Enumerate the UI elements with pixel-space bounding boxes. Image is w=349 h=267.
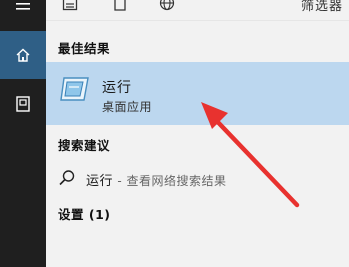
search-topbar: 筛选器 <box>46 0 349 21</box>
home-icon[interactable] <box>0 31 46 79</box>
globe-icon[interactable] <box>159 0 175 11</box>
filter-button[interactable]: 筛选器 <box>301 0 343 14</box>
document-icon[interactable] <box>0 85 46 123</box>
best-match-result[interactable]: 运行 桌面应用 <box>46 62 349 125</box>
hamburger-menu-icon[interactable] <box>0 0 46 14</box>
suggestion-query: 运行 <box>86 174 114 189</box>
suggestion-text: 运行 - 查看网络搜索结果 <box>86 170 226 189</box>
result-title: 运行 <box>102 80 132 96</box>
run-app-icon <box>60 76 90 106</box>
left-rail <box>0 0 46 267</box>
search-suggestions-heading: 搜索建议 <box>58 138 111 153</box>
search-panel: 筛选器 最佳结果 运行 桌面应用 搜索建议 运行 - 查看网络搜索结果 设置 (… <box>46 0 349 267</box>
result-subtitle: 桌面应用 <box>102 100 153 114</box>
search-icon <box>58 169 76 191</box>
settings-heading[interactable]: 设置 (1) <box>58 204 110 223</box>
best-match-heading: 最佳结果 <box>58 41 111 56</box>
web-search-suggestion[interactable]: 运行 - 查看网络搜索结果 <box>46 163 349 193</box>
apps-icon[interactable] <box>62 0 78 11</box>
document-icon[interactable] <box>112 0 128 11</box>
suggestion-hint: - 查看网络搜索结果 <box>113 174 227 188</box>
